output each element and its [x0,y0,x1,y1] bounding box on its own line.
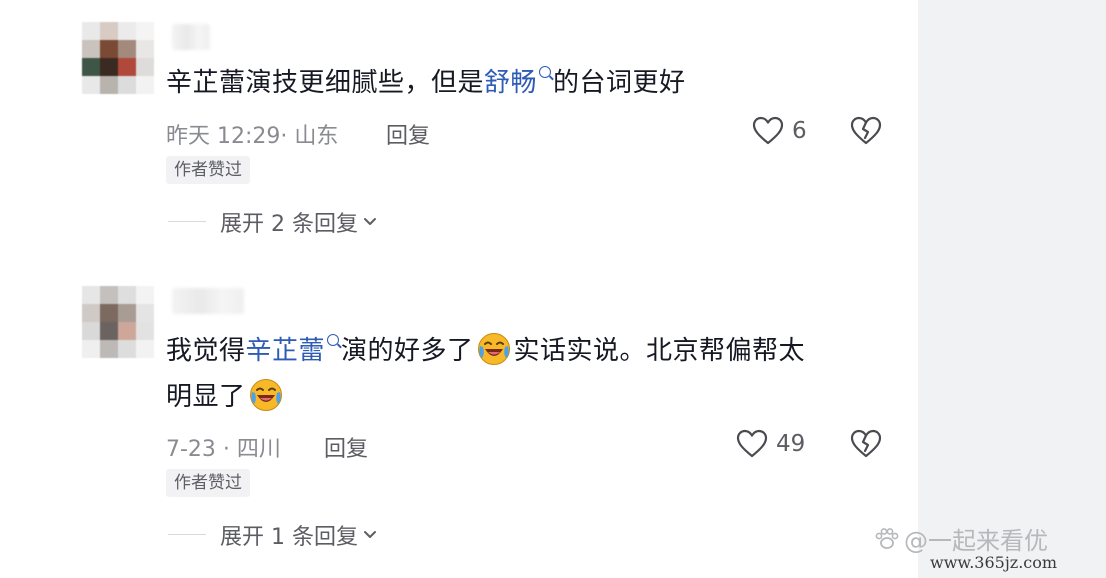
comment-text-line2: 明显了 [166,372,286,422]
expand-replies-button[interactable]: 展开 1 条回复 [220,519,378,551]
side-panel [918,0,1106,578]
like-count: 49 [776,431,806,457]
comment-meta: 7-23 · 四川 [166,437,281,462]
search-icon [539,66,552,78]
search-link[interactable]: 辛芷蕾 [246,334,342,366]
author-liked-badge: 作者赞过 [166,156,250,184]
like-button[interactable]: 6 [752,116,807,146]
username-blurred[interactable] [172,24,210,50]
comment-text: 辛芷蕾演技更细腻些，但是舒畅 的台词更好 [166,66,686,98]
search-icon [327,334,340,346]
like-button[interactable]: 49 [736,429,805,459]
expand-replies-button[interactable]: 展开 2 条回复 [220,206,378,238]
watermark: @一起来看优 [874,521,1048,556]
dislike-button[interactable] [850,116,882,150]
heart-icon [752,116,784,145]
expand-divider [168,221,206,222]
paw-icon [875,527,899,549]
username-blurred[interactable] [172,288,244,314]
site-watermark: www.365jz.com [930,553,1058,572]
broken-heart-icon [850,116,882,145]
reply-button[interactable]: 回复 [386,118,430,150]
chevron-down-icon [363,531,376,538]
avatar[interactable] [82,286,154,358]
laughing-crying-emoji [249,379,282,411]
like-count: 6 [792,118,807,144]
author-liked-badge: 作者赞过 [166,469,250,497]
search-link[interactable]: 舒畅 [484,66,553,98]
comment-list: 辛芷蕾演技更细腻些，但是舒畅 的台词更好 昨天 12:29· 山东 回复 作者赞过… [0,0,918,578]
laughing-crying-emoji [477,333,510,365]
dislike-button[interactable] [850,429,882,463]
heart-icon [736,429,768,458]
watermark-handle: @一起来看优 [904,527,1048,555]
expand-divider [168,534,206,535]
reply-button[interactable]: 回复 [324,431,368,463]
broken-heart-icon [850,429,882,458]
comment-text: 我觉得辛芷蕾 演的好多了 实话实说。北京帮偏帮太 [166,326,805,376]
avatar[interactable] [82,22,154,94]
chevron-down-icon [363,218,376,225]
comment-meta: 昨天 12:29· 山东 [166,124,339,149]
